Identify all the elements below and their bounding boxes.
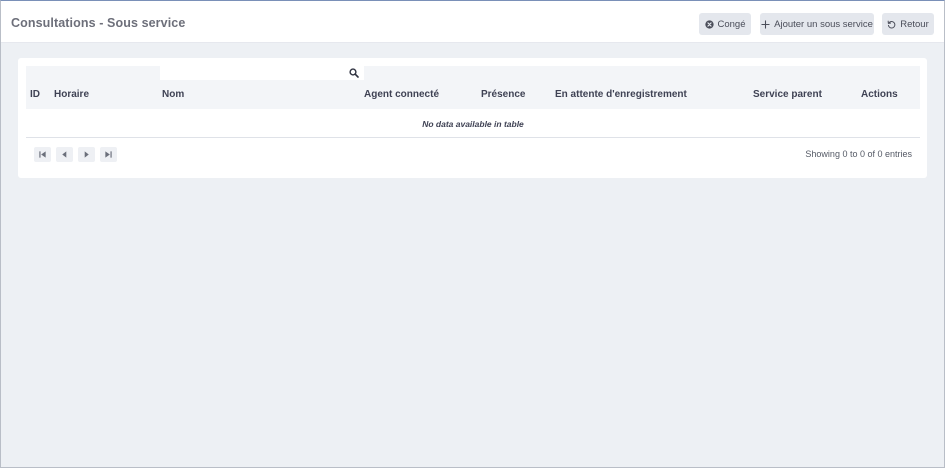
- previous-page-icon: [62, 151, 67, 158]
- page-title: Consultations - Sous service: [11, 16, 186, 30]
- search-row: [26, 66, 920, 80]
- conge-button-label: Congé: [717, 18, 746, 30]
- first-page-icon: [39, 151, 46, 158]
- column-header-nom[interactable]: Nom: [162, 89, 184, 100]
- next-page-button[interactable]: [78, 147, 95, 162]
- conge-button[interactable]: Congé: [699, 13, 751, 35]
- table-empty-row: No data available in table: [26, 109, 920, 138]
- retour-button-label: Retour: [900, 18, 929, 30]
- column-header-horaire[interactable]: Horaire: [54, 89, 89, 100]
- last-page-icon: [105, 151, 112, 158]
- column-header-actions[interactable]: Actions: [861, 89, 898, 100]
- search-icon[interactable]: [349, 68, 359, 78]
- previous-page-button[interactable]: [56, 147, 73, 162]
- table-header: ID Horaire Nom Agent connecté Présence E…: [26, 80, 920, 109]
- plus-icon: [761, 19, 770, 29]
- times-circle-icon: [704, 19, 714, 29]
- column-header-agent-connecte[interactable]: Agent connecté: [364, 89, 439, 100]
- top-bar: Consultations - Sous service Congé Ajout…: [1, 1, 944, 43]
- search-input[interactable]: [160, 66, 364, 80]
- empty-table-message: No data available in table: [422, 119, 524, 129]
- add-sub-service-button-label: Ajouter un sous service: [774, 18, 873, 30]
- table-info: Showing 0 to 0 of 0 entries: [805, 149, 912, 159]
- column-header-presence[interactable]: Présence: [481, 89, 525, 100]
- next-page-icon: [84, 151, 89, 158]
- last-page-button[interactable]: [100, 147, 117, 162]
- column-header-service-parent[interactable]: Service parent: [753, 89, 822, 100]
- add-sub-service-button[interactable]: Ajouter un sous service: [760, 13, 874, 35]
- column-header-id[interactable]: ID: [30, 89, 40, 100]
- column-header-en-attente[interactable]: En attente d'enregistrement: [555, 89, 687, 100]
- retour-button[interactable]: Retour: [882, 13, 934, 35]
- undo-icon: [887, 20, 896, 28]
- first-page-button[interactable]: [34, 147, 51, 162]
- table-card: ID Horaire Nom Agent connecté Présence E…: [18, 58, 927, 178]
